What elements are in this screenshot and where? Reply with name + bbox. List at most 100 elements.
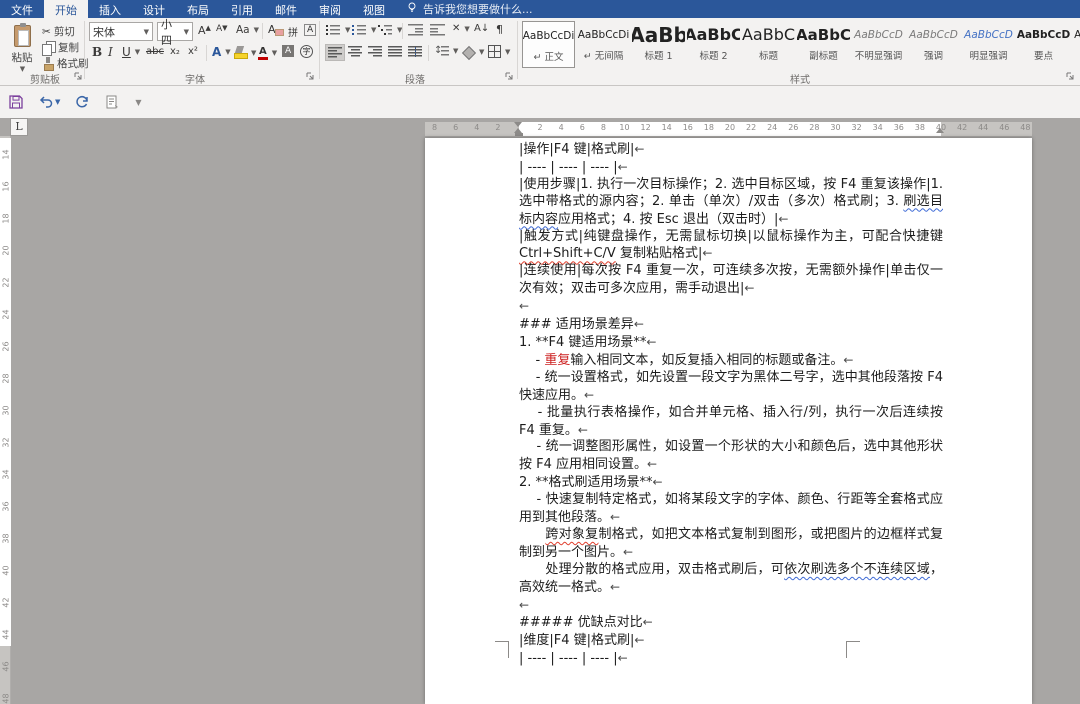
document-text[interactable]: |操作|F4 键|格式刷|← | ---- | ---- | ---- |← |使用… (519, 141, 943, 668)
show-marks-button[interactable]: ¶ (496, 23, 503, 36)
ribbon-tab-邮件[interactable]: 邮件 (264, 0, 308, 18)
sort-button[interactable]: A↓ (474, 23, 489, 34)
undo-button[interactable]: ▼ (38, 94, 60, 110)
shrink-font-button[interactable]: A▼ (216, 24, 228, 34)
document-tool-button[interactable] (104, 94, 120, 110)
paragraph: 2. **格式刷适用场景**← (519, 474, 943, 492)
asian-layout-button[interactable]: ✕ ▼ (452, 23, 470, 34)
superscript-button[interactable]: x² (188, 46, 198, 57)
paragraph: - 统一设置格式，如先设置一段文字为黑体二号字，选中其他段落按 F4 快速应用。… (519, 370, 943, 405)
enclose-characters-icon: 字 (300, 45, 313, 58)
align-center-button[interactable] (348, 46, 362, 57)
ribbon-tab-插入[interactable]: 插入 (88, 0, 132, 18)
tell-me-box[interactable]: 告诉我您想要做什么... (396, 0, 543, 18)
align-left-button[interactable] (325, 44, 345, 61)
decrease-indent-button[interactable] (408, 24, 423, 36)
subscript-button[interactable]: x₂ (170, 46, 180, 57)
grow-font-icon: A▲ (198, 24, 211, 37)
clear-formatting-button[interactable]: A (268, 23, 284, 37)
numbering-button[interactable]: ▼ (352, 24, 376, 36)
style-preview: AaBbCcDi (577, 28, 630, 41)
v-ruler-number: 14 (1, 149, 11, 160)
style-标题[interactable]: AaBbC 标题 (742, 21, 795, 68)
style-标题 1[interactable]: AaBb 标题 1 (632, 21, 685, 68)
clipboard-dialog-launcher[interactable] (74, 72, 84, 82)
ribbon-tab-引用[interactable]: 引用 (220, 0, 264, 18)
bold-button[interactable]: B (92, 45, 102, 59)
font-size-combo[interactable]: 小四 ▼ (157, 18, 193, 47)
v-ruler-number: 20 (1, 245, 11, 256)
save-button[interactable] (8, 94, 24, 110)
text-run: ##### 优缺点对比 (519, 615, 643, 631)
style-无间隔[interactable]: AaBbCcDi ↵ 无间隔 (577, 21, 630, 68)
paragraph-mark: ← (634, 142, 645, 156)
ribbon-tab-开始[interactable]: 开始 (44, 0, 88, 18)
redo-button[interactable] (74, 94, 90, 110)
align-right-button[interactable] (368, 46, 382, 57)
style-正文[interactable]: AaBbCcDi ↵ 正文 (522, 21, 575, 68)
underline-button[interactable]: U ▼ (122, 45, 140, 59)
paragraph-dialog-launcher[interactable] (505, 72, 515, 82)
distribute-button[interactable] (408, 46, 422, 57)
format-painter-button[interactable]: 格式刷 (42, 56, 89, 71)
copy-button[interactable]: 复制 (42, 40, 79, 56)
style-标题 2[interactable]: AaBbC 标题 2 (687, 21, 740, 68)
font-color-icon: A (258, 46, 268, 60)
line-spacing-button[interactable]: ▼ (434, 45, 458, 57)
horizontal-ruler[interactable]: 8 6 4 2 2 4 6 8 10 12 14 16 18 20 22 24 26 28 30 32 34 36 38 40… (425, 122, 1032, 136)
chevron-down-icon: ▼ (143, 27, 149, 36)
numbering-icon (352, 24, 367, 36)
superscript-icon: x² (188, 46, 198, 57)
shading-button[interactable]: ▼ (462, 46, 484, 58)
font-name-combo[interactable]: 宋体 ▼ (89, 22, 153, 41)
italic-button[interactable]: I (108, 45, 113, 59)
change-case-button[interactable]: Aa ▼ (236, 24, 259, 36)
bullets-button[interactable]: ▼ (326, 24, 350, 36)
ribbon-tab-视图[interactable]: 视图 (352, 0, 396, 18)
phonetic-guide-button[interactable]: 拼 (288, 24, 298, 39)
ribbon-tab-文件[interactable]: 文件 (0, 0, 44, 18)
grow-font-button[interactable]: A▲ (198, 24, 211, 37)
v-ruler-number: 38 (1, 533, 11, 544)
increase-indent-button[interactable] (430, 24, 445, 36)
borders-button[interactable]: ▼ (488, 45, 510, 58)
multilevel-list-button[interactable]: ▼ (378, 24, 402, 36)
cut-button[interactable]: ✂ 剪切 (42, 24, 75, 39)
paragraph-mark: ← (702, 246, 713, 261)
font-dialog-launcher[interactable] (306, 72, 316, 82)
vertical-ruler[interactable]: 14 16 18 20 22 24 26 28 30 32 34 36 38 40 42 44 46 48 (0, 136, 11, 704)
style-preview: AaBbC (687, 25, 740, 44)
hanging-indent-marker[interactable] (514, 124, 522, 133)
style-副标题[interactable]: AaBbC 副标题 (797, 21, 850, 68)
style-强调[interactable]: AaBbCcD 强调 (907, 21, 960, 68)
phonetic-guide-icon: 拼 (288, 28, 298, 39)
tab-stop-selector[interactable]: L (10, 118, 28, 136)
paragraph: | ---- | ---- | ---- |← (519, 159, 943, 177)
style-要点[interactable]: AaBbCcD 要点 (1017, 21, 1070, 68)
left-indent-marker[interactable] (515, 133, 523, 136)
styles-dialog-launcher[interactable] (1066, 72, 1076, 82)
text-run: - (519, 352, 545, 368)
paragraph-mark: ← (647, 457, 658, 472)
enclose-characters-button[interactable]: 字 (300, 45, 313, 58)
style-不明显强调[interactable]: AaBbCcD 不明显强调 (852, 21, 905, 68)
style-partial[interactable]: AaBbCcD (1072, 21, 1080, 68)
paragraph: ← (519, 298, 943, 316)
text-effects-button[interactable]: A ▼ (212, 45, 231, 59)
align-left-icon (328, 47, 342, 58)
ribbon-tab-审阅[interactable]: 审阅 (308, 0, 352, 18)
text-run: 输入相同文本，如反复插入相同的标题或备注。 (570, 352, 844, 368)
style-明显强调[interactable]: AaBbCcD 明显强调 (962, 21, 1015, 68)
underline-icon: U (122, 45, 131, 59)
justify-button[interactable] (388, 46, 402, 57)
v-ruler-number: 18 (1, 213, 11, 224)
character-shading-button[interactable]: A (282, 45, 295, 57)
customize-qat-button[interactable]: ▼ (134, 98, 141, 107)
text-run-red: 重复 (544, 352, 571, 368)
font-color-button[interactable]: A ▼ (258, 46, 277, 60)
paste-label: 粘贴 (11, 52, 33, 64)
shrink-font-icon: A▼ (216, 24, 228, 34)
character-border-button[interactable]: A (304, 24, 317, 36)
text-highlight-button[interactable]: ▼ (234, 46, 256, 59)
strikethrough-button[interactable]: abc (146, 46, 164, 57)
